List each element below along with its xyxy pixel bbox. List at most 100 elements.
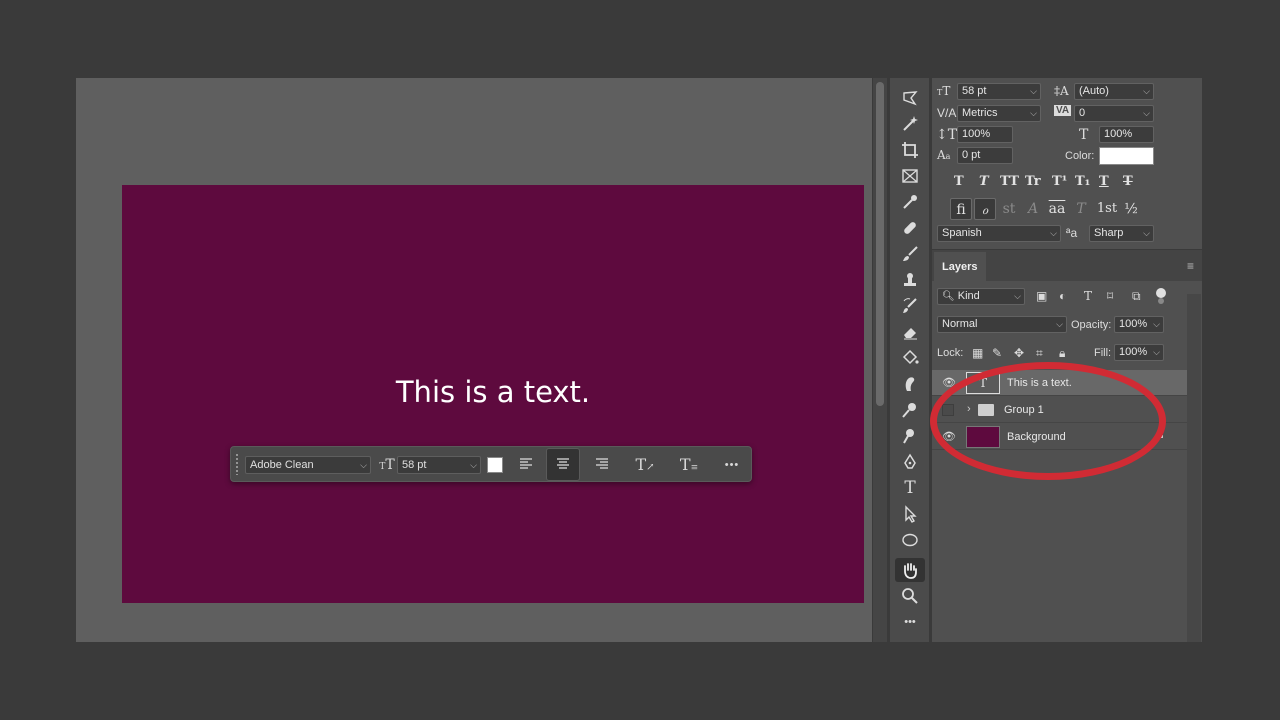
lock-transparent-pixels-icon[interactable]: ▦ (972, 346, 983, 360)
lock-artboard-icon[interactable]: ⌗ (1036, 346, 1043, 361)
anti-alias-icon: ªa (1066, 226, 1078, 240)
ordinals-button[interactable]: 1st (1094, 198, 1120, 220)
tracking-select[interactable]: 0 ⌵ (1074, 105, 1154, 122)
layer-row-background[interactable]: 👁︎ Background 🔒︎ (932, 424, 1187, 450)
magic-wand-icon[interactable] (895, 112, 925, 136)
eyedropper-icon[interactable] (895, 190, 925, 214)
text-properties-button[interactable]: T≡ (677, 454, 701, 476)
font-size-value: 58 pt (402, 459, 427, 471)
faux-italic-button[interactable]: T (979, 174, 989, 189)
lock-icon: 🔒︎ (1158, 430, 1164, 441)
eye-icon[interactable]: 👁︎ (942, 430, 956, 444)
opacity-select[interactable]: 100% ⌵ (1114, 316, 1164, 333)
eye-icon[interactable]: 👁︎ (942, 376, 956, 390)
history-brush-icon[interactable] (895, 294, 925, 318)
align-center-button[interactable] (546, 448, 580, 481)
character-color-swatch[interactable] (1099, 147, 1154, 165)
titling-alternates-button[interactable]: T (1070, 198, 1092, 220)
brush-icon[interactable] (895, 242, 925, 266)
more-options-button[interactable]: ••• (721, 454, 743, 476)
stylistic-alternates-button[interactable]: aa (1046, 198, 1068, 220)
filter-smart-object-icon[interactable]: ⧉ (1132, 289, 1141, 304)
blur-icon[interactable] (895, 424, 925, 448)
text-warp-button[interactable]: T↗ (633, 454, 657, 476)
strikethrough-button[interactable]: T (1123, 174, 1133, 189)
layers-panel-header: Layers ≡ (932, 249, 1202, 282)
chevron-down-icon: ⌵ (1143, 228, 1150, 238)
kerning-select[interactable]: Metrics ⌵ (957, 105, 1041, 122)
ellipse-icon[interactable] (895, 528, 925, 552)
blend-mode-select[interactable]: Normal ⌵ (937, 316, 1067, 333)
discretionary-ligatures-button[interactable]: st (998, 198, 1020, 220)
properties-panel: TT 58 pt ⌵ ‡A (Auto) ⌵ V/A Metrics ⌵ VA 0 ⌵ … (932, 78, 1202, 642)
panel-menu-icon[interactable]: ≡ (1187, 259, 1194, 273)
baseline-shift-field[interactable]: 0 pt (957, 147, 1013, 164)
font-family-select[interactable]: Adobe Clean ⌵ (245, 456, 371, 474)
layers-scrollbar[interactable] (1187, 294, 1201, 642)
kerning-icon: V/A (937, 106, 957, 120)
filter-type-icon[interactable]: T (1084, 289, 1092, 303)
fill-label: Fill: (1094, 347, 1112, 359)
layer-row-text[interactable]: 👁︎ T This is a text. (932, 370, 1187, 396)
all-caps-button[interactable]: TT (1000, 174, 1019, 189)
frame-icon[interactable] (895, 164, 925, 188)
filter-pixel-icon[interactable]: ▣ (1036, 289, 1047, 303)
align-right-button[interactable] (591, 454, 613, 476)
vertical-scale-field[interactable]: 100% (957, 126, 1013, 143)
horizontal-scale-field[interactable]: 100% (1099, 126, 1154, 143)
subscript-button[interactable]: T₁ (1075, 174, 1090, 189)
path-selection-icon[interactable] (895, 502, 925, 526)
scrollbar-thumb[interactable] (876, 82, 884, 406)
layer-name[interactable]: Group 1 (1004, 404, 1044, 416)
language-select[interactable]: Spanish ⌵ (937, 225, 1061, 242)
visibility-toggle[interactable] (942, 404, 954, 416)
paint-bucket-icon[interactable] (895, 346, 925, 370)
zoom-icon[interactable] (895, 584, 925, 608)
char-font-size-select[interactable]: 58 pt ⌵ (957, 83, 1041, 100)
filter-shape-icon[interactable]: ⌑ (1107, 289, 1113, 303)
layer-name[interactable]: This is a text. (1007, 377, 1072, 389)
superscript-button[interactable]: T¹ (1052, 174, 1067, 189)
swash-button[interactable]: A (1022, 198, 1044, 220)
smudge-icon[interactable] (895, 372, 925, 396)
search-icon: 🔍︎ (942, 291, 955, 302)
filter-adjustment-icon[interactable]: ◐ (1059, 289, 1066, 303)
canvas-text-layer[interactable]: This is a text. (122, 375, 864, 409)
layer-row-group[interactable]: › Group 1 (932, 397, 1187, 423)
dodge-icon[interactable] (895, 398, 925, 422)
artboard[interactable]: This is a text. (122, 185, 864, 603)
document-canvas-area[interactable]: This is a text. Adobe Clean ⌵ TT 58 pt ⌵… (76, 78, 872, 642)
healing-brush-icon[interactable] (895, 216, 925, 240)
fill-select[interactable]: 100% ⌵ (1114, 344, 1164, 361)
crop-icon[interactable] (895, 138, 925, 162)
tab-layers[interactable]: Layers (934, 252, 986, 282)
tracking-icon: VA (1054, 105, 1072, 116)
eraser-icon[interactable] (895, 320, 925, 344)
pen-icon[interactable] (895, 450, 925, 474)
lasso-icon[interactable] (895, 86, 925, 110)
chevron-right-icon[interactable]: › (967, 403, 971, 415)
layer-name[interactable]: Background (1007, 431, 1066, 443)
lock-image-pixels-icon[interactable]: ✎ (992, 346, 1002, 360)
drag-handle[interactable] (235, 453, 239, 475)
anti-alias-select[interactable]: Sharp ⌵ (1089, 225, 1154, 242)
old-style-button[interactable]: ℴ (974, 198, 996, 220)
text-color-swatch[interactable] (487, 457, 503, 473)
hand-icon[interactable] (895, 558, 925, 582)
ligatures-button[interactable]: fi (950, 198, 972, 220)
filter-toggle-icon[interactable] (1156, 288, 1166, 304)
faux-bold-button[interactable]: T (954, 174, 964, 189)
lock-all-icon[interactable]: 🔒︎ (1059, 346, 1065, 361)
lock-position-icon[interactable]: ✥ (1014, 346, 1024, 360)
fractions-button[interactable]: ½ (1120, 198, 1142, 220)
align-left-button[interactable] (515, 454, 537, 476)
leading-select[interactable]: (Auto) ⌵ (1074, 83, 1154, 100)
more-tools-icon[interactable]: ••• (895, 610, 925, 634)
layer-filter-kind-select[interactable]: 🔍︎ Kind ⌵ (937, 288, 1025, 305)
align-left-icon (520, 458, 532, 469)
underline-button[interactable]: T (1099, 174, 1109, 189)
font-size-select[interactable]: 58 pt ⌵ (397, 456, 481, 474)
small-caps-button[interactable]: Tr (1025, 174, 1041, 189)
clone-stamp-icon[interactable] (895, 268, 925, 292)
type-icon[interactable]: T (895, 476, 925, 500)
